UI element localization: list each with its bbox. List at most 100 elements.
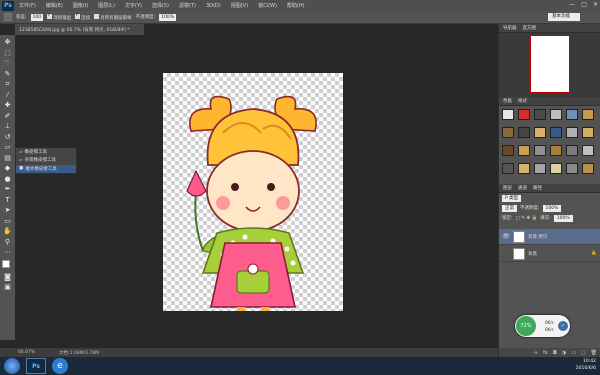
trash-icon[interactable]: 🗑	[591, 350, 597, 356]
zoom-level[interactable]: 66.67%	[18, 350, 35, 355]
tab-navigator[interactable]: 导航器	[503, 25, 517, 31]
style-swatch[interactable]	[550, 145, 562, 156]
start-button-icon[interactable]	[4, 358, 20, 374]
eraser-tool-option[interactable]: ▱ 橡皮擦工具	[16, 148, 76, 156]
fill-input[interactable]: 100%	[553, 214, 573, 222]
clone-stamp-tool-icon[interactable]: ⊥	[3, 121, 13, 132]
eraser-tool-icon[interactable]: ▱	[3, 142, 13, 153]
layer-opacity-input[interactable]: 100%	[542, 204, 562, 212]
boost-icon[interactable]: ✓	[558, 321, 568, 331]
blur-tool-icon[interactable]: ◆	[3, 163, 13, 174]
marquee-tool-icon[interactable]: ⬚	[3, 48, 13, 59]
style-swatch[interactable]	[502, 145, 514, 156]
document-canvas[interactable]	[163, 73, 343, 311]
layer-background[interactable]: 背景 🔒	[499, 246, 600, 262]
style-swatch[interactable]	[502, 163, 514, 174]
style-swatch[interactable]	[582, 127, 594, 138]
all-layers-checkbox[interactable]	[94, 13, 100, 19]
quick-mask-icon[interactable]: ◙	[3, 272, 13, 283]
style-swatch[interactable]	[534, 127, 546, 138]
pen-tool-icon[interactable]: ✒	[3, 184, 13, 195]
menu-select[interactable]: 选择(S)	[147, 2, 174, 9]
fx-icon[interactable]: fx	[543, 350, 548, 356]
hand-tool-icon[interactable]: ✋	[3, 226, 13, 237]
layer-kind-filter[interactable]: P 类型	[502, 194, 522, 202]
style-swatch[interactable]	[582, 163, 594, 174]
close-button[interactable]: ✕	[593, 1, 598, 8]
menu-help[interactable]: 帮助(H)	[282, 2, 310, 9]
tab-paths[interactable]: 路径	[533, 185, 542, 191]
style-swatch[interactable]	[550, 127, 562, 138]
antialias-option[interactable]: 消除锯齿	[47, 12, 71, 21]
contiguous-checkbox[interactable]	[75, 12, 81, 19]
taskbar-photoshop-icon[interactable]: Ps	[26, 358, 46, 374]
style-swatch[interactable]	[518, 163, 530, 174]
tab-channels[interactable]: 通道	[518, 185, 527, 191]
gradient-tool-icon[interactable]: ▤	[3, 153, 13, 164]
style-swatch[interactable]	[550, 163, 562, 174]
new-layer-icon[interactable]: ▢	[581, 350, 586, 356]
brush-tool-icon[interactable]: ✐	[3, 111, 13, 122]
style-swatch[interactable]	[566, 163, 578, 174]
style-swatch[interactable]	[518, 127, 530, 138]
menu-edit[interactable]: 编辑(E)	[41, 2, 68, 9]
canvas-area[interactable]	[15, 35, 498, 348]
style-swatch[interactable]	[582, 109, 594, 120]
zoom-tool-icon[interactable]: ⚲	[3, 237, 13, 248]
type-tool-icon[interactable]: T	[3, 195, 13, 206]
foreground-color-swatch[interactable]	[1, 259, 10, 268]
antialias-checkbox[interactable]	[47, 12, 53, 19]
menu-window[interactable]: 窗口(W)	[253, 2, 282, 9]
navigator-thumbnail[interactable]	[530, 35, 570, 93]
style-swatch[interactable]	[566, 145, 578, 156]
all-layers-option[interactable]: 对所有图层取样	[94, 13, 132, 21]
maximize-button[interactable]: □	[581, 1, 587, 8]
opacity-input[interactable]: 100%	[159, 13, 177, 21]
menu-image[interactable]: 图像(I)	[68, 2, 93, 9]
lock-icons[interactable]: ▢ ✎ ✥ 🔒	[516, 216, 538, 221]
eye-icon[interactable]: 👁	[502, 233, 510, 240]
crop-tool-icon[interactable]: ⌗	[3, 79, 13, 90]
healing-brush-tool-icon[interactable]: ✚	[3, 100, 13, 111]
more-tools-icon[interactable]: ⋯	[3, 247, 13, 258]
folder-icon[interactable]: ▭	[571, 350, 576, 356]
shape-tool-icon[interactable]: ▭	[3, 216, 13, 227]
move-tool-icon[interactable]: ✥	[3, 37, 13, 48]
tab-histogram[interactable]: 直方图	[523, 25, 537, 31]
menu-3d[interactable]: 3D(D)	[201, 3, 226, 9]
style-swatch[interactable]	[582, 145, 594, 156]
quick-select-tool-icon[interactable]: ✎	[3, 69, 13, 80]
magic-eraser-tool-icon[interactable]	[4, 13, 12, 21]
style-swatch[interactable]	[566, 127, 578, 138]
mask-icon[interactable]: ◘	[553, 350, 557, 356]
layer-background-copy[interactable]: 👁 背景 拷贝	[499, 229, 600, 245]
history-brush-tool-icon[interactable]: ↺	[3, 132, 13, 143]
menu-layer[interactable]: 图层(L)	[93, 2, 120, 9]
blend-mode-select[interactable]: 正常	[502, 204, 517, 212]
network-speed-widget[interactable]: 72% 0K/s 0K/s ✓	[515, 315, 570, 337]
background-eraser-tool-option[interactable]: ▱ 背景橡皮擦工具	[16, 156, 76, 164]
style-swatch[interactable]	[534, 145, 546, 156]
style-swatch[interactable]	[502, 127, 514, 138]
color-swatches[interactable]	[1, 259, 14, 272]
eyedropper-tool-icon[interactable]: ⁄	[3, 90, 13, 101]
tab-layers[interactable]: 图层	[503, 185, 512, 191]
path-select-tool-icon[interactable]: ➤	[3, 205, 13, 216]
contiguous-option[interactable]: 连续	[75, 12, 90, 21]
system-clock[interactable]: 10:42 2016/6/6	[576, 358, 596, 372]
style-swatch[interactable]	[534, 109, 546, 120]
menu-filter[interactable]: 滤镜(T)	[174, 2, 201, 9]
adjustment-icon[interactable]: ◑	[562, 350, 566, 356]
link-icon[interactable]: ∞	[534, 350, 538, 356]
style-swatch[interactable]	[534, 163, 546, 174]
lasso-tool-icon[interactable]: ➰	[3, 58, 13, 69]
style-swatch[interactable]	[550, 109, 562, 120]
style-swatch[interactable]	[518, 109, 530, 120]
minimize-button[interactable]: —	[569, 1, 575, 8]
tolerance-input[interactable]: 100	[30, 13, 44, 21]
document-tab[interactable]: 1238585C6A8.jpg @ 66.7% (背景 拷贝, RGB/8#) …	[15, 24, 145, 35]
menu-type[interactable]: 文字(Y)	[120, 2, 147, 9]
tab-swatches[interactable]: 色板	[503, 98, 512, 104]
menu-view[interactable]: 视图(V)	[226, 2, 253, 9]
magic-eraser-tool-option[interactable]: ■ 魔术橡皮擦工具	[16, 164, 76, 173]
